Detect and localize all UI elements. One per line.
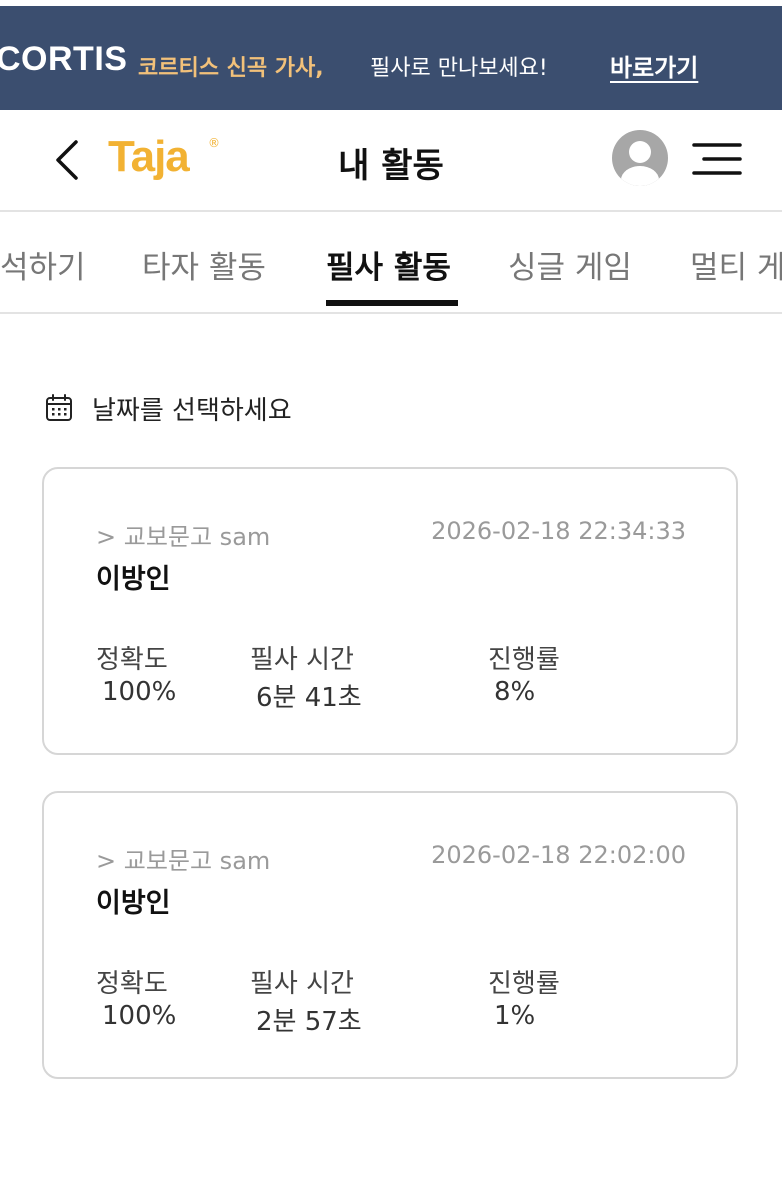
tabs-divider bbox=[0, 312, 782, 314]
tab-partial-left[interactable]: 석하기 bbox=[0, 242, 86, 287]
calendar-icon bbox=[46, 394, 72, 421]
progress-value: 1% bbox=[494, 1001, 536, 1031]
tab-single-game[interactable]: 싱글 게임 bbox=[508, 242, 632, 287]
progress-value: 8% bbox=[494, 677, 536, 707]
progress-label: 진행률 bbox=[488, 969, 560, 999]
record-source: > 교보문고 sam bbox=[96, 847, 271, 875]
active-tab-indicator bbox=[326, 300, 458, 306]
tab-transcription-activity[interactable]: 필사 활동 bbox=[326, 242, 451, 287]
banner-go-link[interactable]: 바로가기 bbox=[610, 48, 698, 83]
time-value: 2분 57초 bbox=[256, 1007, 362, 1037]
activity-tabs: 석하기 타자 활동 필사 활동 싱글 게임 멀티 게 bbox=[0, 212, 782, 312]
banner-brand: CORTIS bbox=[0, 40, 128, 78]
tab-multi-game[interactable]: 멀티 게 bbox=[690, 242, 782, 287]
top-header: Taja ® 내 활동 bbox=[0, 110, 782, 210]
user-avatar-icon[interactable] bbox=[612, 130, 668, 186]
activity-record-card[interactable]: > 교보문고 sam 2026-02-18 22:34:33 이방인 정확도 필… bbox=[42, 467, 738, 755]
accuracy-label: 정확도 bbox=[96, 969, 168, 999]
promo-banner[interactable]: CORTIS 코르티스 신곡 가사, 필사로 만나보세요! 바로가기 bbox=[0, 6, 782, 110]
date-picker[interactable]: 날짜를 선택하세요 bbox=[44, 390, 292, 426]
progress-label: 진행률 bbox=[488, 645, 560, 675]
accuracy-label: 정확도 bbox=[96, 645, 168, 675]
tab-typing-activity[interactable]: 타자 활동 bbox=[142, 242, 266, 287]
time-label: 필사 시간 bbox=[250, 969, 354, 999]
time-value: 6분 41초 bbox=[256, 683, 362, 713]
record-source: > 교보문고 sam bbox=[96, 523, 271, 551]
record-datetime: 2026-02-18 22:02:00 bbox=[431, 841, 686, 869]
time-label: 필사 시간 bbox=[250, 645, 354, 675]
date-picker-label: 날짜를 선택하세요 bbox=[92, 395, 292, 426]
record-datetime: 2026-02-18 22:34:33 bbox=[431, 517, 686, 545]
record-title: 이방인 bbox=[96, 564, 171, 595]
banner-highlight-text: 코르티스 신곡 가사, bbox=[138, 56, 324, 81]
accuracy-value: 100% bbox=[102, 677, 177, 707]
banner-text: 필사로 만나보세요! bbox=[370, 56, 548, 81]
record-title: 이방인 bbox=[96, 888, 171, 919]
hamburger-menu-icon[interactable] bbox=[692, 142, 742, 176]
accuracy-value: 100% bbox=[102, 1001, 177, 1031]
activity-record-card[interactable]: > 교보문고 sam 2026-02-18 22:02:00 이방인 정확도 필… bbox=[42, 791, 738, 1079]
